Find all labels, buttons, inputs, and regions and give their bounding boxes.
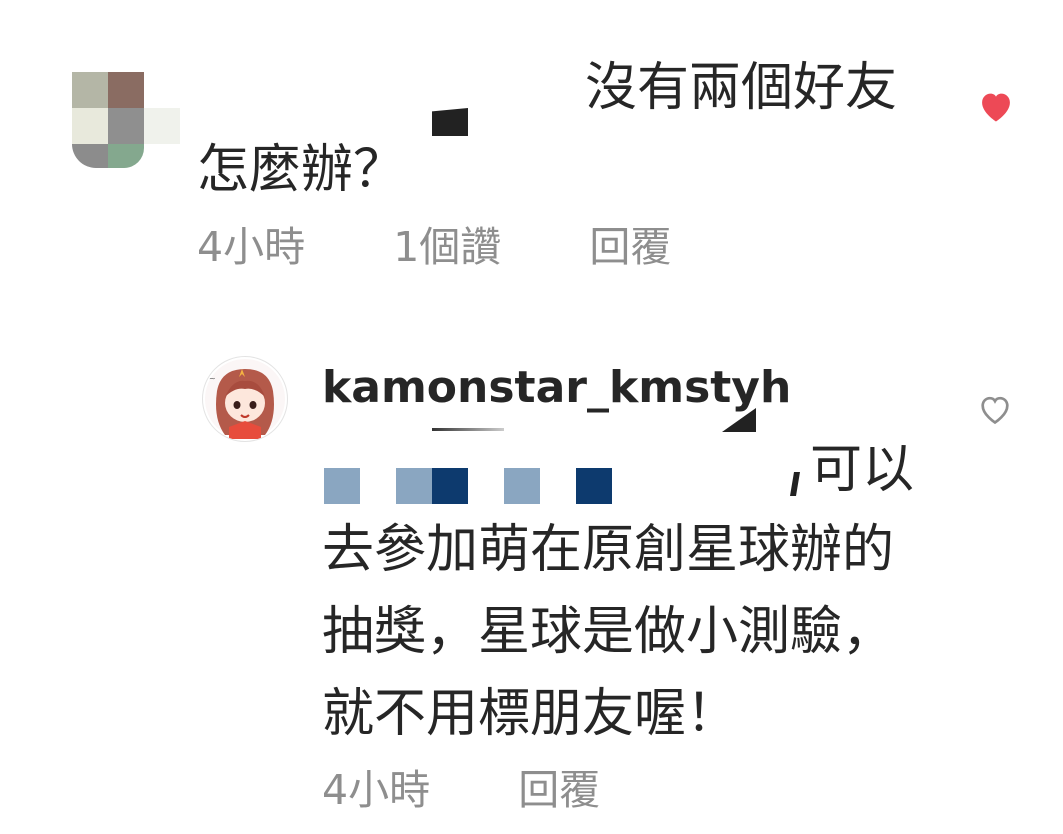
reply-text-line: 抽獎，星球是做小測驗， bbox=[322, 602, 895, 662]
redacted-block bbox=[324, 468, 360, 504]
redacted-block bbox=[504, 468, 540, 504]
redacted-block bbox=[432, 468, 468, 504]
redacted-block bbox=[396, 468, 432, 504]
reply-meta: 4小時 回覆 bbox=[322, 765, 600, 815]
pixel bbox=[72, 144, 108, 168]
heart-filled-icon[interactable] bbox=[977, 89, 1015, 123]
pixel bbox=[108, 72, 144, 108]
reply-text-line: 就不用標朋友喔！ bbox=[322, 684, 739, 744]
reply-username-link[interactable]: kamonstar_kmstyh bbox=[322, 360, 791, 416]
pixel bbox=[108, 108, 144, 144]
comment-time: 4小時 bbox=[197, 223, 306, 271]
redacted-mark bbox=[432, 108, 468, 136]
comment-text-line: 怎麼辦？ bbox=[197, 140, 406, 200]
comment-meta: 4小時 1個讚 回覆 bbox=[197, 222, 671, 272]
avatar-illustration: ~ bbox=[205, 359, 285, 439]
pixel bbox=[108, 144, 144, 168]
commenter-avatar-blurred[interactable] bbox=[72, 72, 180, 168]
reply-link[interactable]: 回覆 bbox=[589, 222, 671, 272]
reply-time: 4小時 bbox=[322, 766, 431, 814]
heart-outline-icon[interactable] bbox=[977, 392, 1013, 426]
redacted-block bbox=[576, 468, 612, 504]
redacted-mark bbox=[790, 472, 800, 496]
pixel bbox=[72, 72, 108, 108]
reply-text-line: 去參加萌在原創星球辦的 bbox=[322, 520, 895, 580]
avatar[interactable]: ~ bbox=[202, 356, 288, 442]
reply-link[interactable]: 回覆 bbox=[518, 765, 600, 815]
like-count-link[interactable]: 1個讚 bbox=[393, 222, 501, 272]
redacted-mark bbox=[432, 428, 504, 431]
comment-text-line: 沒有兩個好友 bbox=[585, 58, 898, 118]
reply-text-line: 可以 bbox=[810, 440, 915, 500]
svg-text:~: ~ bbox=[209, 374, 216, 383]
pixel bbox=[144, 108, 180, 144]
pixel bbox=[72, 108, 108, 144]
